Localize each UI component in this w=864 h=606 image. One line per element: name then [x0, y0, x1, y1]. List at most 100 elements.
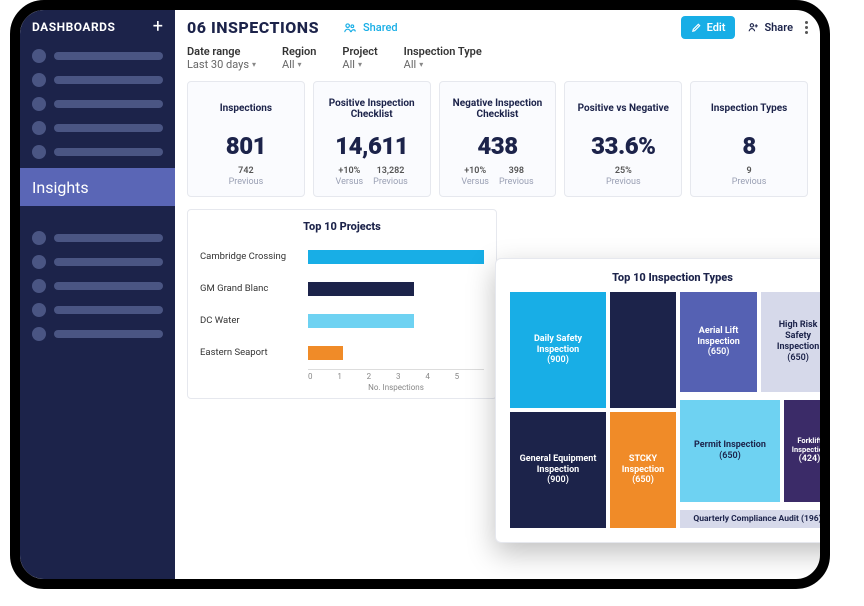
bar-fill [308, 250, 484, 264]
sidebar-item-icon [32, 327, 46, 341]
bar-label: Eastern Seaport [200, 347, 300, 358]
filter-dropdown[interactable]: All ▾ [342, 58, 377, 71]
sidebar-group-1 [32, 44, 163, 164]
filter-dropdown[interactable]: All ▾ [282, 58, 316, 71]
chevron-down-icon: ▾ [419, 60, 423, 69]
share-button[interactable]: Share [747, 21, 793, 34]
sidebar-item[interactable] [32, 322, 163, 346]
kpi-value: 801 [226, 132, 266, 160]
sidebar-item-icon [32, 255, 46, 269]
kpi-sub: 25%Previous [606, 166, 641, 188]
shared-indicator[interactable]: Shared [343, 21, 398, 35]
bar-row[interactable]: DC Water [200, 305, 484, 337]
sidebar-item[interactable] [32, 68, 163, 92]
treemap-tile-quarterly-compliance[interactable]: Quarterly Compliance Audit (196) [680, 510, 820, 528]
bar-fill [308, 346, 343, 360]
sidebar-item-icon [32, 121, 46, 135]
treemap-tile-permit[interactable]: Permit Inspection (650) [680, 400, 780, 502]
kpi-sub-value: 398 [499, 166, 534, 177]
bar-row[interactable]: GM Grand Blanc [200, 273, 484, 305]
kpi-card[interactable]: Negative Inspection Checklist 438+10%Ver… [439, 81, 557, 197]
treemap-tile-aerial-lift[interactable]: Aerial Lift Inspection (650) [680, 292, 757, 392]
tile-label: General Equipment Inspection [514, 454, 602, 476]
kpi-card[interactable]: Inspection Types 89Previous [690, 81, 808, 197]
sidebar-item-placeholder [54, 234, 163, 242]
sidebar-tab-insights[interactable]: Insights [10, 168, 175, 206]
sidebar-item[interactable] [32, 116, 163, 140]
panel-title: Top 10 Projects [200, 220, 484, 233]
add-dashboard-button[interactable]: + [153, 18, 163, 36]
treemap-tile-high-risk[interactable]: High Risk Safety Inspection (650) [761, 292, 820, 392]
kpi-title: Inspection Types [711, 92, 787, 126]
sidebar-item-placeholder [54, 100, 163, 108]
tile-label: Forklift Inspection [788, 436, 820, 454]
tile-count: (900) [547, 355, 569, 366]
chevron-down-icon: ▾ [358, 60, 362, 69]
filter-dropdown[interactable]: All ▾ [404, 58, 482, 71]
kpi-sub: 13,282Previous [373, 166, 408, 188]
kpi-title: Negative Inspection Checklist [446, 92, 550, 126]
sidebar-item[interactable] [32, 140, 163, 164]
tile-count: (424) [799, 454, 820, 465]
sidebar-item-icon [32, 145, 46, 159]
kpi-card[interactable]: Positive vs Negative 33.6%25%Previous [564, 81, 682, 197]
sidebar-item-placeholder [54, 148, 163, 156]
tile-label: High Risk Safety Inspection [765, 320, 820, 352]
kpi-sub-value: 25% [606, 166, 641, 177]
treemap-tile-forklift[interactable]: Forklift Inspection (424) [784, 400, 820, 502]
axis-tick: 3 [396, 372, 425, 381]
filter-label: Region [282, 45, 316, 58]
sidebar: DASHBOARDS + Insights [20, 10, 175, 579]
filter: Region All ▾ [282, 45, 316, 71]
main-content: 06 INSPECTIONS Shared Edit Share [175, 10, 820, 579]
kpi-value: 8 [742, 132, 755, 160]
bar-row[interactable]: Eastern Seaport [200, 337, 484, 369]
treemap: Daily Safety Inspection (900) General Eq… [510, 292, 820, 528]
bar-track [308, 273, 484, 305]
share-people-icon [747, 21, 760, 34]
sidebar-item-icon [32, 73, 46, 87]
filter: Inspection Type All ▾ [404, 45, 482, 71]
filter-label: Project [342, 45, 377, 58]
insights-tab-label: Insights [32, 178, 89, 197]
bar-fill [308, 314, 414, 328]
kpi-title: Positive Inspection Checklist [320, 92, 424, 126]
sidebar-item[interactable] [32, 250, 163, 274]
shared-label: Shared [363, 21, 398, 34]
kpi-sub: 398Previous [499, 166, 534, 188]
kpi-sub-value: +10% [461, 166, 489, 177]
sidebar-item-icon [32, 49, 46, 63]
tile-count: (650) [787, 353, 809, 364]
sidebar-item[interactable] [32, 298, 163, 322]
kpi-card[interactable]: Inspections 801742Previous [187, 81, 305, 197]
tile-label: Permit Inspection [694, 440, 766, 451]
more-menu-button[interactable] [805, 21, 808, 34]
tile-label: Aerial Lift Inspection [684, 326, 753, 348]
chevron-down-icon: ▾ [298, 60, 302, 69]
kpi-value: 33.6% [591, 132, 655, 160]
kpi-sub-value: +10% [336, 166, 364, 177]
filter-label: Date range [187, 45, 256, 58]
edit-button[interactable]: Edit [681, 16, 736, 39]
sidebar-item[interactable] [32, 44, 163, 68]
people-icon [343, 21, 357, 35]
bar-track [308, 305, 484, 337]
treemap-tile-general-equipment[interactable]: General Equipment Inspection (900) [510, 412, 606, 528]
tile-count: (650) [719, 451, 741, 462]
bar-row[interactable]: Cambridge Crossing [200, 241, 484, 273]
bar-chart-axis-label: No. Inspections [308, 383, 484, 392]
kpi-value: 14,611 [335, 132, 408, 160]
filter-dropdown[interactable]: Last 30 days ▾ [187, 58, 256, 71]
bar-label: DC Water [200, 315, 300, 326]
sidebar-item[interactable] [32, 92, 163, 116]
sidebar-item-placeholder [54, 330, 163, 338]
bar-chart: Cambridge Crossing GM Grand Blanc DC Wat… [200, 241, 484, 369]
sidebar-item-placeholder [54, 306, 163, 314]
treemap-tile-daily-safety[interactable]: Daily Safety Inspection (900) [510, 292, 606, 408]
sidebar-item[interactable] [32, 226, 163, 250]
treemap-tile-stcky[interactable]: STCKY Inspection (650) [610, 412, 676, 528]
bar-chart-axis: 012345 [308, 369, 484, 381]
kpi-card[interactable]: Positive Inspection Checklist 14,611 +10%… [313, 81, 431, 197]
tile-label: Quarterly Compliance Audit (196) [693, 514, 820, 524]
sidebar-item[interactable] [32, 274, 163, 298]
